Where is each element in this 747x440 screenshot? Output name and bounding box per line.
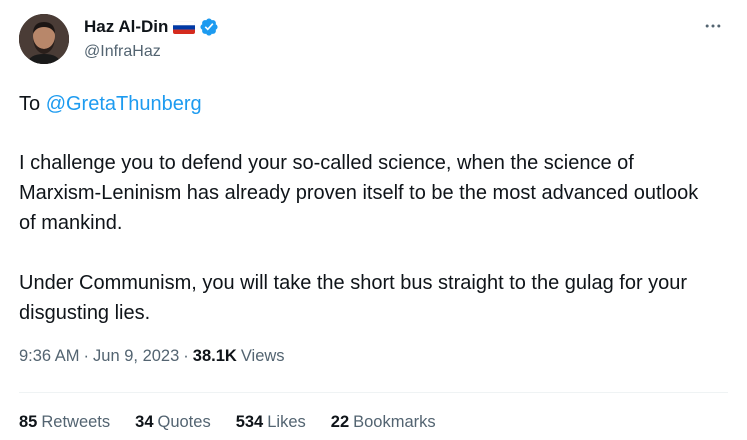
avatar-image xyxy=(19,14,69,64)
quotes-count: 34 xyxy=(135,413,154,431)
tweet-text-line-1: To @GretaThunberg xyxy=(19,89,719,119)
more-icon xyxy=(705,24,721,28)
tweet-text-paragraph-2: I challenge you to defend your so-called… xyxy=(19,152,699,234)
bookmarks-stat[interactable]: 22 Bookmarks xyxy=(331,413,436,432)
views-count: 38.1K xyxy=(192,347,237,365)
author-display-name[interactable]: Haz Al-Din xyxy=(84,17,168,37)
likes-label: Likes xyxy=(267,413,306,431)
bookmarks-label: Bookmarks xyxy=(353,413,436,431)
quotes-label: Quotes xyxy=(157,413,211,431)
tweet-detail: Haz Al-Din @InfraHaz To @GretaThunberg I… xyxy=(0,0,747,440)
tweet-text-prefix: To xyxy=(19,93,46,115)
author-handle[interactable]: @InfraHaz xyxy=(84,43,161,61)
bookmarks-count: 22 xyxy=(330,413,350,431)
likes-stat[interactable]: 534 Likes xyxy=(236,413,306,432)
retweets-label: Retweets xyxy=(41,413,111,431)
tweet-stats: 85 Retweets 34 Quotes 534 Likes 22 Bookmarks xyxy=(19,413,461,432)
retweets-count: 85 xyxy=(19,413,38,431)
retweets-stat[interactable]: 85 Retweets xyxy=(19,413,110,432)
verified-badge-icon[interactable] xyxy=(199,17,219,37)
tweet-time[interactable]: 9:36 AM xyxy=(19,347,80,366)
divider xyxy=(19,392,728,393)
tweet-text-paragraph-3: Under Communism, you will take the short… xyxy=(19,272,688,324)
author-name-row: Haz Al-Din xyxy=(84,16,219,38)
views-label: Views xyxy=(240,347,285,365)
avatar[interactable] xyxy=(19,14,69,64)
quotes-stat[interactable]: 34 Quotes xyxy=(135,413,211,432)
meta-separator: · xyxy=(83,347,90,365)
likes-count: 534 xyxy=(235,413,264,431)
tweet-date[interactable]: Jun 9, 2023 xyxy=(93,347,179,366)
more-options-button[interactable] xyxy=(701,14,725,38)
russia-flag-icon xyxy=(173,20,196,34)
mention-link[interactable]: @GretaThunberg xyxy=(46,93,202,115)
tweet-meta: 9:36 AM · Jun 9, 2023 · 38.1K Views xyxy=(19,347,285,366)
meta-separator: · xyxy=(183,347,189,365)
